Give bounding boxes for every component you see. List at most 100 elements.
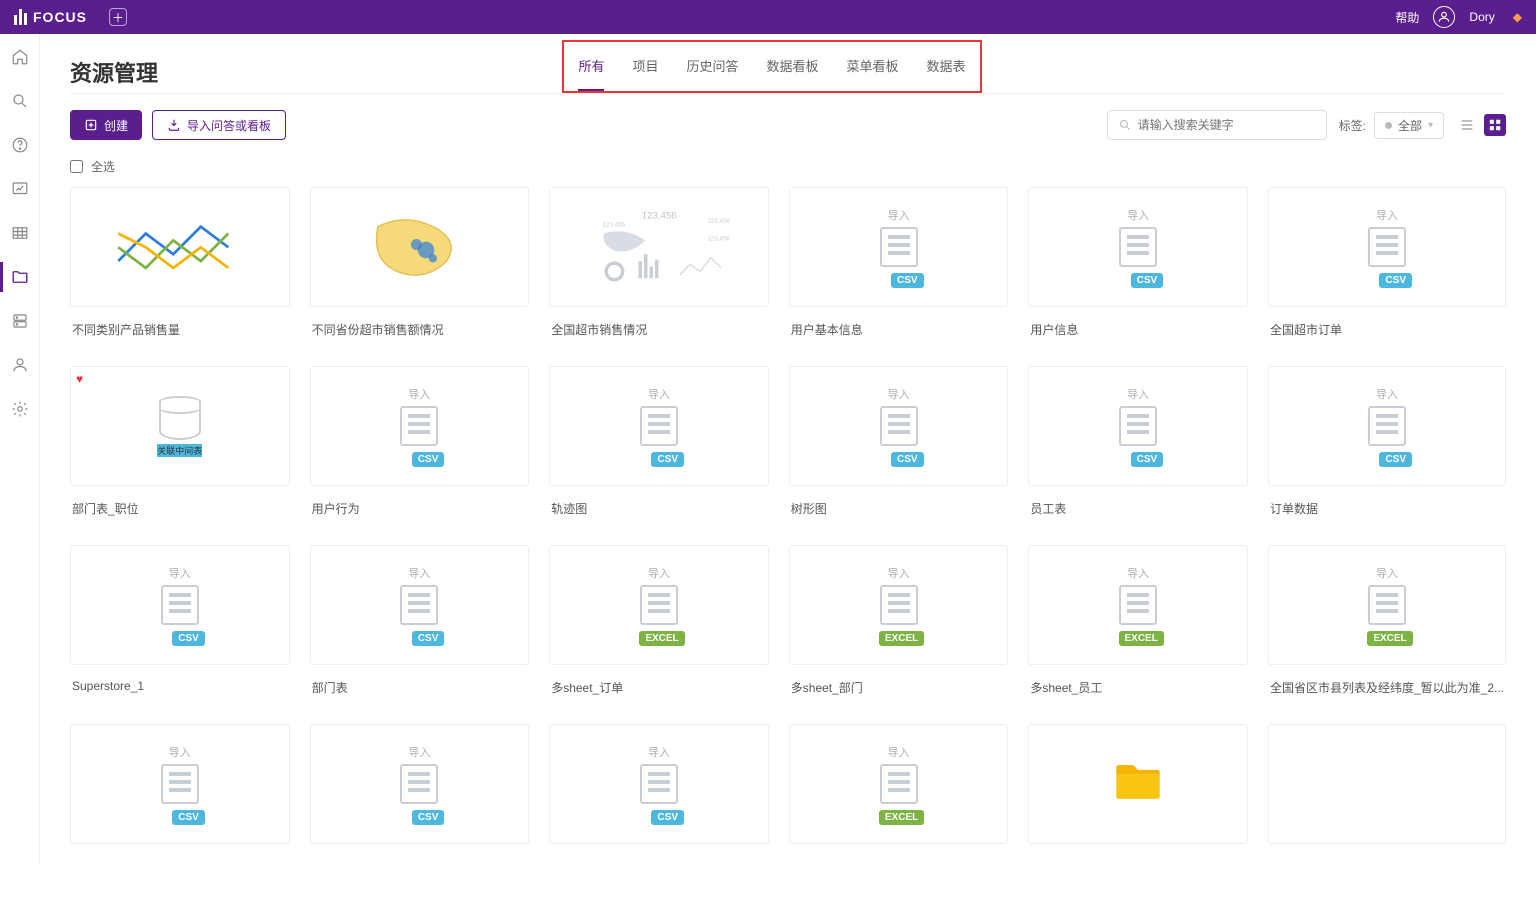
resource-card[interactable]: 导入CSV bbox=[310, 724, 530, 868]
tab-data-board[interactable]: 数据看板 bbox=[767, 56, 819, 91]
resource-card[interactable]: 123,456123,456123,456123,456全国超市销售情况 bbox=[549, 187, 769, 348]
tag-filter: 标签: 全部 ▾ bbox=[1339, 112, 1444, 139]
card-thumbnail: 导入EXCEL bbox=[789, 724, 1009, 844]
search-input-wrapper[interactable] bbox=[1107, 110, 1327, 140]
favorite-icon: ♥ bbox=[76, 372, 83, 386]
resource-card[interactable]: 导入EXCEL多sheet_员工 bbox=[1028, 545, 1248, 706]
resource-card[interactable]: 不同类别产品销售量 bbox=[70, 187, 290, 348]
card-thumbnail: 导入CSV bbox=[1028, 187, 1248, 307]
page-title: 资源管理 bbox=[70, 56, 158, 88]
resource-card[interactable]: 不同省份超市销售额情况 bbox=[310, 187, 530, 348]
card-title bbox=[70, 852, 290, 868]
toolbar: 创建 导入问答或看板 标签: 全部 ▾ bbox=[70, 110, 1506, 140]
card-thumbnail: 导入CSV bbox=[1268, 366, 1506, 486]
create-button[interactable]: 创建 bbox=[70, 110, 142, 140]
tab-project[interactable]: 项目 bbox=[632, 56, 658, 91]
select-all-checkbox[interactable] bbox=[70, 160, 83, 173]
resource-card[interactable]: 导入EXCEL全国省区市县列表及经纬度_暂以此为准_2... bbox=[1268, 545, 1506, 706]
tag-filter-value: 全部 bbox=[1398, 117, 1422, 134]
card-thumbnail: 导入CSV bbox=[310, 366, 530, 486]
card-thumbnail: 导入CSV bbox=[549, 724, 769, 844]
card-thumbnail bbox=[310, 187, 530, 307]
resource-card[interactable]: 导入CSV 订单数据 bbox=[1268, 366, 1506, 527]
chevron-down-icon: ▾ bbox=[1428, 120, 1433, 131]
logo-bars-icon bbox=[14, 9, 27, 25]
resource-card[interactable]: 导入CSV bbox=[70, 724, 290, 868]
card-thumbnail: 关联中间表 bbox=[70, 366, 290, 486]
svg-text:123,456: 123,456 bbox=[707, 235, 730, 242]
tag-filter-dropdown[interactable]: 全部 ▾ bbox=[1374, 112, 1444, 139]
import-button[interactable]: 导入问答或看板 bbox=[152, 110, 286, 140]
select-all-label: 全选 bbox=[91, 158, 115, 175]
user-icon[interactable] bbox=[11, 356, 29, 374]
resource-card[interactable]: 导入CSV 用户基本信息 bbox=[789, 187, 1009, 348]
card-thumbnail bbox=[1028, 724, 1248, 844]
tab-all[interactable]: 所有 bbox=[578, 56, 604, 91]
card-thumbnail bbox=[70, 187, 290, 307]
view-toggle bbox=[1456, 114, 1506, 136]
user-name[interactable]: Dory bbox=[1469, 10, 1494, 24]
card-title: 多sheet_部门 bbox=[789, 673, 1009, 706]
gem-icon: ◆ bbox=[1513, 10, 1522, 24]
resource-card[interactable]: 导入CSV员工表 bbox=[1028, 366, 1248, 527]
card-title: 部门表_职位 bbox=[70, 494, 290, 527]
resource-card[interactable]: 导入EXCEL bbox=[789, 724, 1009, 868]
resource-card[interactable] bbox=[1268, 724, 1506, 868]
grid-view-button[interactable] bbox=[1484, 114, 1506, 136]
card-thumbnail: 导入CSV bbox=[310, 724, 530, 844]
card-title: 不同类别产品销售量 bbox=[70, 315, 290, 348]
card-title: 用户基本信息 bbox=[789, 315, 1009, 348]
import-button-label: 导入问答或看板 bbox=[187, 117, 271, 134]
help-icon[interactable] bbox=[11, 136, 29, 154]
avatar-icon[interactable] bbox=[1433, 6, 1455, 28]
settings-icon[interactable] bbox=[11, 400, 29, 418]
resource-card[interactable]: 导入CSV 用户行为 bbox=[310, 366, 530, 527]
brand-logo[interactable]: FOCUS bbox=[14, 9, 87, 25]
list-view-button[interactable] bbox=[1456, 114, 1478, 136]
card-title: Superstore_1 bbox=[70, 673, 290, 703]
sidebar bbox=[0, 34, 40, 863]
analytics-icon[interactable] bbox=[11, 180, 29, 198]
card-thumbnail: 导入CSV bbox=[789, 187, 1009, 307]
resource-card[interactable]: ♥关联中间表部门表_职位 bbox=[70, 366, 290, 527]
main-content: 资源管理 所有项目历史问答数据看板菜单看板数据表 创建 导入问答或看板 标签: … bbox=[40, 34, 1536, 908]
card-title: 多sheet_员工 bbox=[1028, 673, 1248, 706]
tag-filter-label: 标签: bbox=[1339, 117, 1366, 134]
resource-card[interactable]: 导入CSV树形图 bbox=[789, 366, 1009, 527]
resource-card[interactable]: 导入CSV 部门表 bbox=[310, 545, 530, 706]
resource-card[interactable]: 导入CSV全国超市订单 bbox=[1268, 187, 1506, 348]
card-title: 不同省份超市销售额情况 bbox=[310, 315, 530, 348]
search-icon[interactable] bbox=[11, 92, 29, 110]
svg-text:123,456: 123,456 bbox=[642, 210, 677, 221]
resource-card[interactable]: 导入CSV 用户信息 bbox=[1028, 187, 1248, 348]
server-icon[interactable] bbox=[11, 312, 29, 330]
svg-text:123,456: 123,456 bbox=[707, 218, 730, 225]
card-title: 部门表 bbox=[310, 673, 530, 706]
table-icon[interactable] bbox=[11, 224, 29, 242]
resource-card[interactable]: 导入CSV bbox=[549, 724, 769, 868]
resource-card[interactable]: 导入CSV轨迹图 bbox=[549, 366, 769, 527]
card-title: 订单数据 bbox=[1268, 494, 1506, 527]
create-button-label: 创建 bbox=[104, 117, 128, 134]
resource-card[interactable] bbox=[1028, 724, 1248, 868]
tab-menu-board[interactable]: 菜单看板 bbox=[847, 56, 899, 91]
svg-text:123,456: 123,456 bbox=[603, 221, 626, 228]
card-title: 全国超市订单 bbox=[1268, 315, 1506, 348]
folder-icon[interactable] bbox=[11, 268, 29, 286]
search-input[interactable] bbox=[1138, 118, 1316, 132]
card-title: 全国省区市县列表及经纬度_暂以此为准_2... bbox=[1268, 673, 1506, 706]
card-thumbnail: 导入CSV bbox=[310, 545, 530, 665]
help-link[interactable]: 帮助 bbox=[1395, 9, 1419, 26]
card-title: 用户行为 bbox=[310, 494, 530, 527]
search-icon-small bbox=[1118, 118, 1132, 132]
tab-history[interactable]: 历史问答 bbox=[686, 56, 738, 91]
home-icon[interactable] bbox=[11, 48, 29, 66]
new-tab-button[interactable]: ＋ bbox=[109, 8, 127, 26]
tab-data-table[interactable]: 数据表 bbox=[927, 56, 966, 91]
brand-text: FOCUS bbox=[33, 9, 87, 25]
card-title: 用户信息 bbox=[1028, 315, 1248, 348]
resource-card[interactable]: 导入EXCEL多sheet_订单 bbox=[549, 545, 769, 706]
card-title: 员工表 bbox=[1028, 494, 1248, 527]
resource-card[interactable]: 导入EXCEL多sheet_部门 bbox=[789, 545, 1009, 706]
resource-card[interactable]: 导入CSVSuperstore_1 bbox=[70, 545, 290, 706]
